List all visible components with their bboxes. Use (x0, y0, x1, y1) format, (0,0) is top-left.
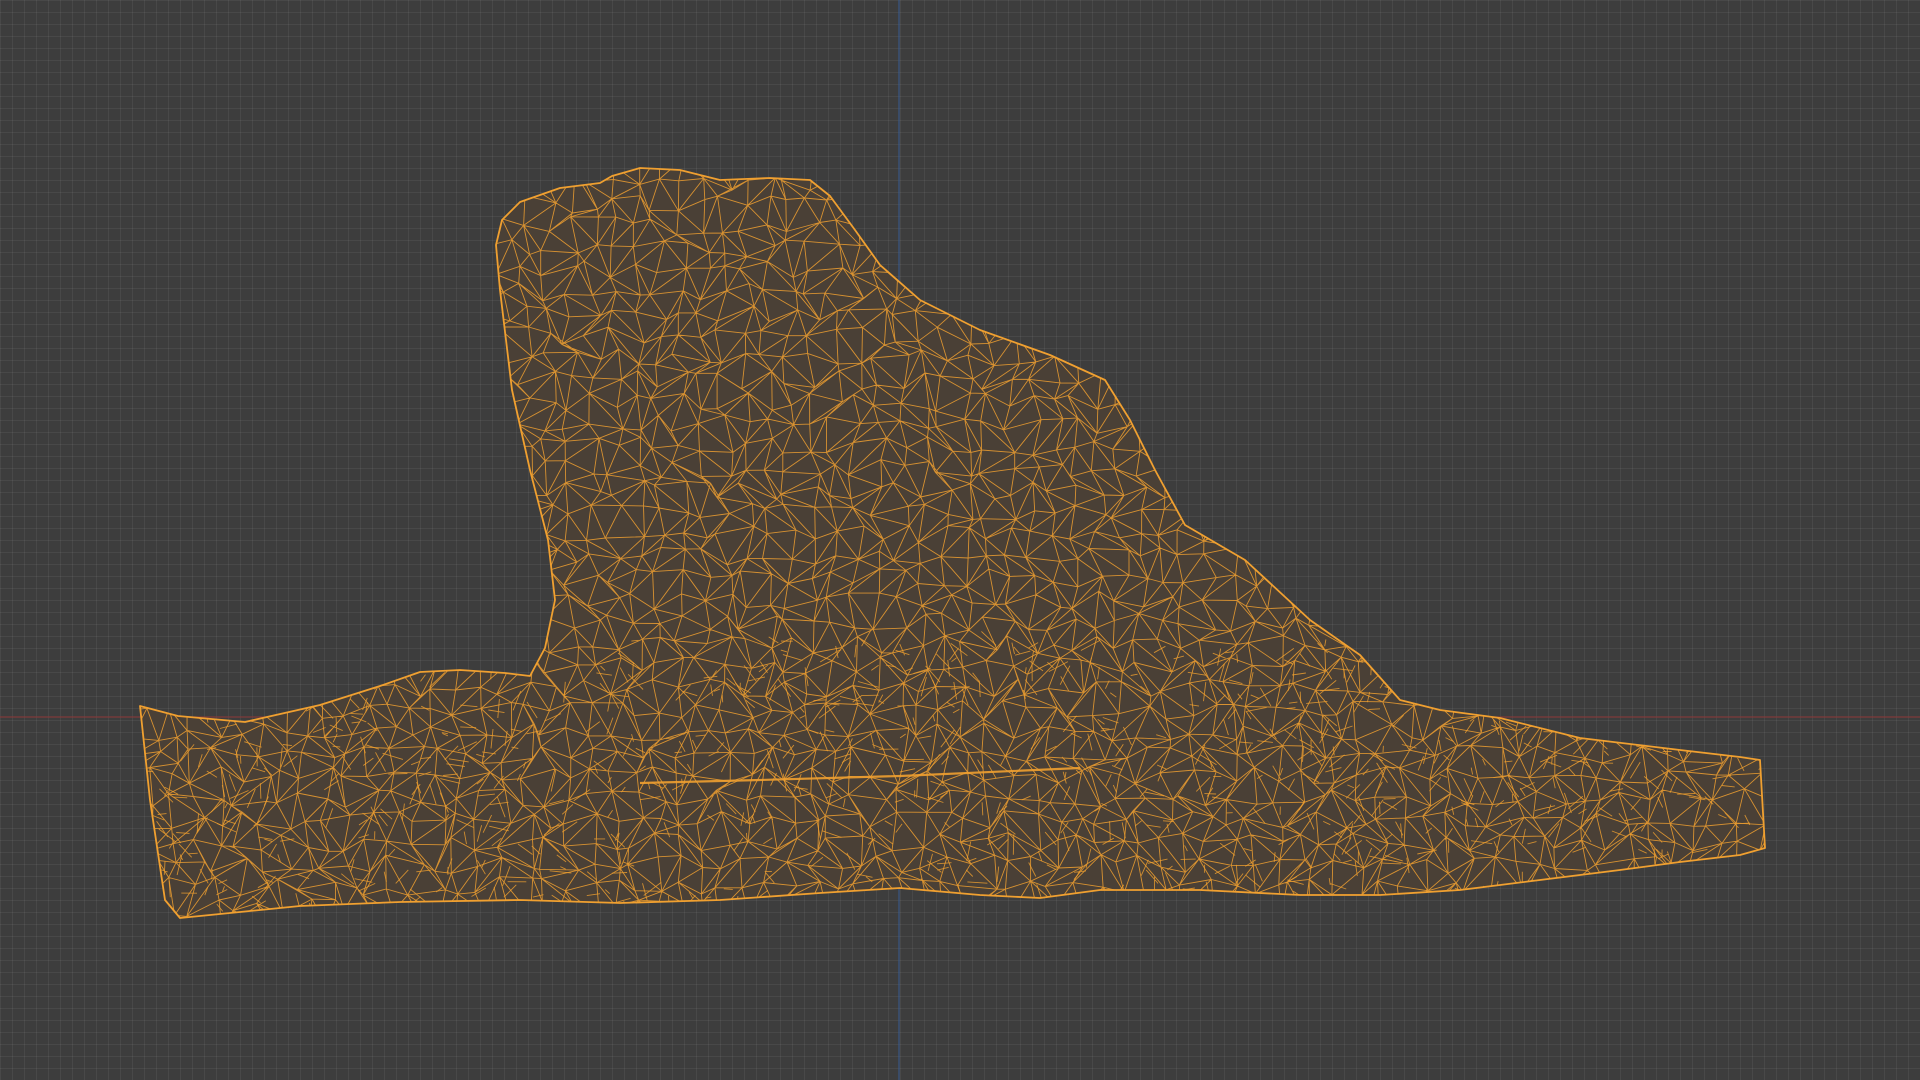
wireframe-mesh[interactable] (121, 151, 1789, 940)
3d-viewport[interactable] (0, 0, 1920, 1080)
viewport-canvas[interactable] (0, 0, 1920, 1080)
